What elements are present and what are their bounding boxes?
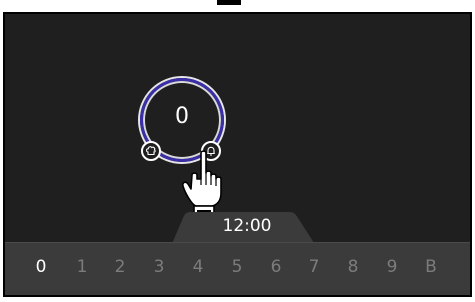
- frame-tab: [217, 0, 241, 5]
- chef-hat-icon[interactable]: [141, 141, 161, 161]
- device-frame: 0 12:00 0 1 2 3 4 5 6 7 8 9 B: [0, 0, 475, 302]
- display-screen: 0 12:00 0 1 2 3 4 5 6 7 8 9 B: [3, 12, 472, 297]
- keypad-digit-9[interactable]: 9: [381, 256, 403, 278]
- keypad-digit-3[interactable]: 3: [148, 256, 170, 278]
- clock-time[interactable]: 12:00: [201, 215, 293, 237]
- keypad-digit-8[interactable]: 8: [342, 256, 364, 278]
- keypad-digit-5[interactable]: 5: [226, 256, 248, 278]
- keypad-digit-6[interactable]: 6: [265, 256, 287, 278]
- keypad-digit-4[interactable]: 4: [187, 256, 209, 278]
- keypad-digit-7[interactable]: 7: [303, 256, 325, 278]
- keypad-digit-2[interactable]: 2: [109, 256, 131, 278]
- keypad-digit-1[interactable]: 1: [71, 256, 93, 278]
- keypad-key-b[interactable]: B: [420, 256, 442, 278]
- timer-value: 0: [175, 104, 189, 129]
- keypad-digit-0[interactable]: 0: [30, 256, 52, 278]
